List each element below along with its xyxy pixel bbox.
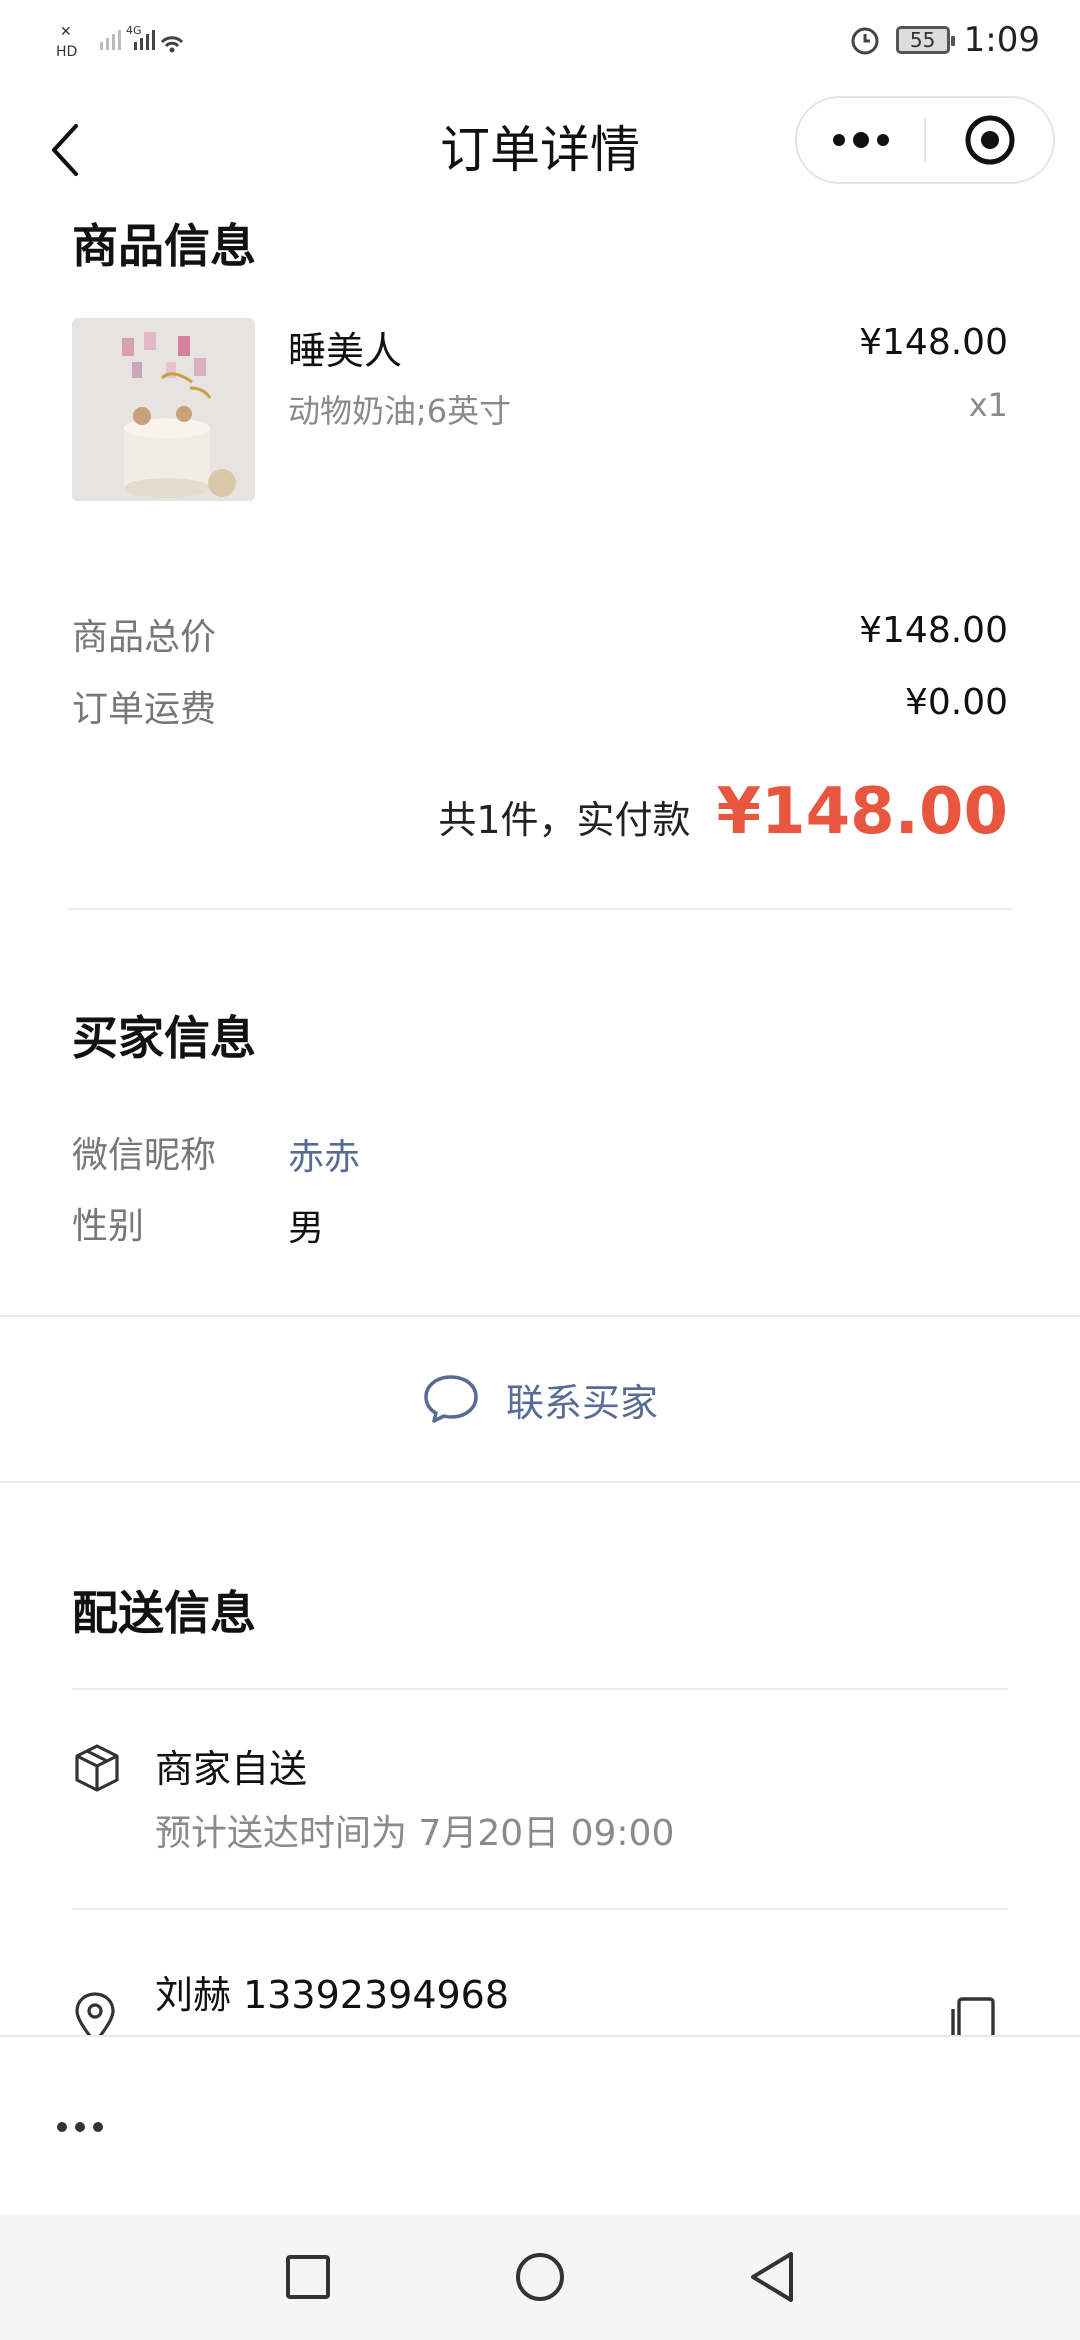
delivery-eta: 预计送达时间为 7月20日 09:00 [155,1813,675,1854]
back-nav-button[interactable] [742,2247,802,2307]
target-close-icon [965,115,1014,165]
product-image[interactable] [72,318,255,501]
status-right: 55 1:09 [848,20,1040,60]
divider [72,1908,1008,1910]
dot [75,2122,85,2132]
contact-buyer-button[interactable]: 联系买家 [0,1315,1080,1483]
capsule-close-button[interactable] [926,98,1053,182]
mini-program-capsule [795,96,1055,184]
svg-text:4G: 4G [126,24,142,37]
total-line: 共1件，实付款 ¥148.00 [438,775,1008,849]
goods-total-value: ¥148.00 [859,610,1008,651]
package-icon [75,1744,119,1792]
recipient-info: 刘赫 13392394968 [155,1973,510,2017]
goods-total-label: 商品总价 [72,617,217,658]
product-spec: 动物奶油;6英寸 [288,392,512,430]
signal-icon: ✕ HD 4G [56,24,184,60]
cake-image [72,318,255,501]
nickname-value: 赤赤 [288,1137,361,1178]
status-bar: ✕ HD 4G 55 1:09 [0,0,1080,80]
status-left: ✕ HD 4G [56,20,186,60]
product-name: 睡美人 [288,329,403,373]
alarm-icon [851,27,879,55]
total-text: 共1件，实付款 [438,798,691,842]
location-pin-icon [75,1992,115,2035]
copy-icon[interactable] [945,1995,997,2035]
chat-bubble-icon [424,1375,478,1423]
delivery-section-title: 配送信息 [72,1586,256,1640]
circle-icon [516,2253,564,2301]
gender-value: 男 [288,1208,325,1249]
clock: 1:09 [963,20,1040,60]
nickname-label: 微信昵称 [72,1135,217,1176]
product-quantity: x1 [968,386,1008,424]
more-dots-icon [832,132,889,148]
more-actions-button[interactable] [50,2097,110,2157]
product-section-title: 商品信息 [72,219,256,273]
svg-text:✕: ✕ [60,24,72,40]
recents-button[interactable] [278,2247,338,2307]
gender-label: 性别 [72,1206,145,1247]
capsule-more-button[interactable] [797,98,924,182]
divider [72,1688,1008,1690]
dot [93,2122,103,2132]
buyer-section-title: 买家信息 [72,1011,256,1065]
divider [68,908,1012,910]
delivery-method: 商家自送 [155,1747,308,1791]
system-navigation-bar [0,2215,1080,2340]
contact-buyer-label: 联系买家 [505,1380,658,1425]
order-content[interactable]: 商品信息 睡美人 动物奶油;6英寸 ¥148.00 x1 商品总价 ¥148.0… [0,210,1080,2035]
bottom-action-bar [0,2035,1080,2215]
total-amount: ¥148.00 [716,775,1009,849]
dot [57,2122,67,2132]
home-button[interactable] [510,2247,570,2307]
title-bar: 订单详情 [0,80,1080,210]
triangle-back-icon [751,2252,793,2302]
battery-indicator: 55 [895,26,955,54]
shipping-label: 订单运费 [72,689,217,730]
shipping-value: ¥0.00 [904,682,1008,723]
product-price: ¥148.00 [859,322,1008,363]
square-icon [286,2255,330,2299]
svg-text:HD: HD [56,44,77,60]
